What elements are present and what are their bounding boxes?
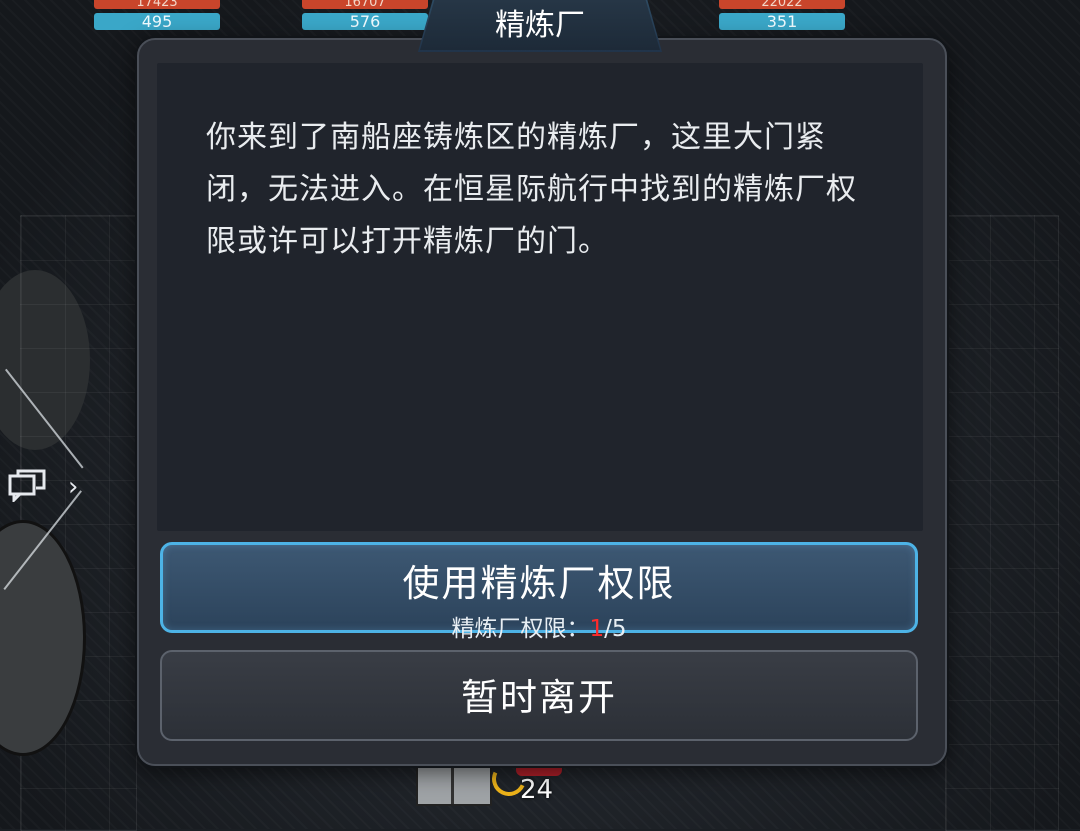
turn-counter: 24	[520, 775, 554, 805]
dialog-title: 精炼厂	[420, 0, 660, 50]
button-label: 使用精炼厂权限	[402, 562, 676, 605]
chat-bubble-icon[interactable]	[8, 468, 48, 502]
permit-count-total: /5	[604, 616, 627, 642]
stat-hp: 22022	[719, 0, 845, 9]
permit-count-label: 精炼厂权限：	[451, 616, 590, 642]
stat-shield: 576	[302, 13, 428, 30]
stat-hp: 16707	[302, 0, 428, 9]
stat-shield: 495	[94, 13, 220, 30]
unit-stat-2: 16707 576	[302, 0, 428, 30]
map-grid-right	[945, 215, 1059, 831]
permit-count-current: 1	[589, 616, 605, 642]
chevron-right-icon[interactable]: ›	[68, 472, 78, 502]
use-refinery-permit-button[interactable]: 使用精炼厂权限 精炼厂权限：1/5	[160, 542, 918, 642]
map-crate	[416, 764, 492, 806]
leave-button[interactable]: 暂时离开	[160, 650, 918, 741]
stat-hp: 17423	[94, 0, 220, 9]
dialog-description: 你来到了南船座铸炼区的精炼厂，这里大门紧闭，无法进入。在恒星际航行中找到的精炼厂…	[206, 120, 857, 259]
stat-shield: 351	[719, 13, 845, 30]
unit-stat-1: 17423 495	[94, 0, 220, 30]
unit-stat-3: 22022 351	[719, 0, 845, 30]
permit-count: 精炼厂权限：1/5	[163, 609, 915, 643]
